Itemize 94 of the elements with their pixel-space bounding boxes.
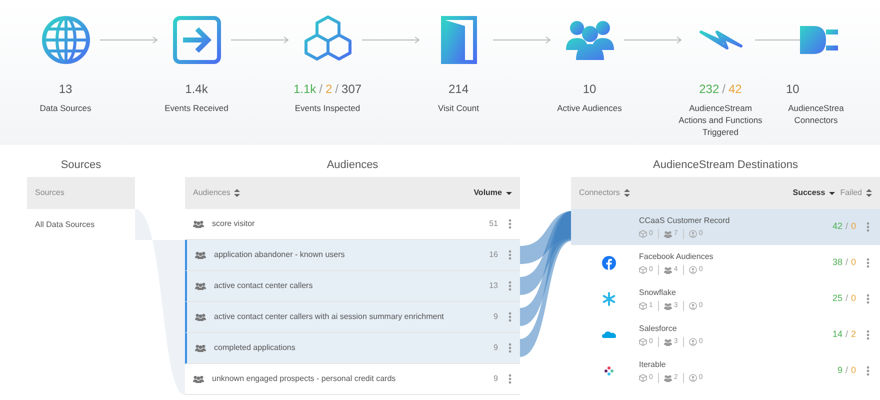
- more-icon[interactable]: [866, 222, 870, 232]
- more-icon[interactable]: [508, 343, 512, 353]
- audience-icon: [193, 220, 204, 228]
- audience-icon: [193, 374, 204, 384]
- result-value: 42 / 0: [832, 220, 856, 234]
- audience-icon: [195, 250, 206, 260]
- metric-label: Data Sources: [38, 102, 92, 114]
- panel-title: AudienceStream Destinations: [652, 158, 799, 173]
- more-icon[interactable]: [508, 281, 512, 291]
- more-icon[interactable]: [508, 312, 512, 322]
- more-icon[interactable]: [866, 258, 870, 268]
- audience-name: unknown engaged prospects - personal credit cards: [212, 373, 396, 385]
- connector-name: Snowflake: [639, 286, 677, 299]
- audience-name: active contact center callers with ai session summary enrichment: [214, 311, 444, 323]
- metric-value: 10: [786, 81, 800, 98]
- result-value: 14 / 2: [832, 328, 856, 342]
- metric-value: 1.4k: [185, 81, 208, 98]
- more-icon[interactable]: [508, 250, 512, 260]
- more-icon[interactable]: [866, 366, 870, 376]
- metric-value: 13: [58, 81, 72, 98]
- column-header[interactable]: Volume: [474, 187, 502, 199]
- column-header: Sources: [35, 187, 64, 199]
- volume-value: 16: [489, 249, 498, 261]
- sort-icon[interactable]: [234, 189, 240, 197]
- metric-label: Events Received: [164, 102, 230, 114]
- audience-icon: [195, 282, 206, 290]
- volume-value: 9: [494, 342, 498, 354]
- result-value: 38 / 0: [832, 256, 856, 270]
- sort-down-icon[interactable]: [506, 189, 512, 197]
- audience-icon: [664, 374, 672, 382]
- visitor-icon: [688, 266, 697, 274]
- panel-title: Sources: [60, 158, 102, 173]
- audience-icon: [664, 302, 672, 310]
- more-icon[interactable]: [866, 294, 870, 304]
- volume-value: 13: [489, 280, 498, 292]
- metric-label: Events Inspected: [294, 102, 362, 114]
- connector-name: Facebook Audiences: [639, 250, 714, 263]
- audience-row[interactable]: active contact center callers 13: [185, 271, 520, 302]
- cube-icon: [639, 338, 647, 346]
- audience-icon: [195, 344, 206, 352]
- visitor-icon: [688, 302, 697, 310]
- iterable-logo: [602, 364, 616, 378]
- result-value: 9 / 0: [837, 364, 856, 378]
- arrow-icon: [493, 36, 553, 44]
- sort-icon[interactable]: [866, 189, 872, 197]
- volume-value: 51: [489, 218, 498, 230]
- source-name: All Data Sources: [35, 218, 95, 230]
- arrow-icon: [100, 36, 160, 44]
- connector-name: Iterable: [639, 358, 667, 371]
- audience-row[interactable]: completed applications 9: [185, 333, 520, 364]
- more-icon[interactable]: [866, 330, 870, 340]
- audience-name: score visitor: [212, 218, 255, 230]
- metric-label: AudienceStrea Connectors: [787, 102, 845, 126]
- audience-name: completed applications: [214, 342, 296, 354]
- audience-icon: [664, 338, 672, 346]
- connector-name: Salesforce: [639, 322, 678, 335]
- cube-icon: [639, 266, 647, 274]
- visitor-icon: [688, 230, 697, 238]
- enter-icon: [170, 14, 222, 66]
- metric-value: 232 / 42: [699, 81, 742, 98]
- audience-row[interactable]: active contact center callers with ai session summary enrichment 9: [185, 302, 520, 333]
- connector-name: CCaaS Customer Record: [639, 214, 730, 227]
- cube-icon: [639, 302, 647, 310]
- visitor-icon: [688, 338, 697, 346]
- arrow-icon: [624, 36, 684, 44]
- audience-icon: [195, 312, 206, 322]
- audience-icon: [664, 266, 672, 274]
- metric-label: Visit Count: [437, 102, 480, 114]
- volume-value: 9: [494, 373, 498, 385]
- audience-name: application abandoner - known users: [214, 249, 345, 261]
- more-icon[interactable]: [508, 219, 512, 229]
- more-icon[interactable]: [508, 374, 512, 384]
- visitor-icon: [688, 374, 697, 382]
- panel-title: Audiences: [326, 158, 380, 173]
- metric-label: Active Audiences: [556, 102, 623, 114]
- arrow-icon: [362, 36, 422, 44]
- metric-value: 214: [448, 81, 469, 98]
- cube-icon: [639, 230, 647, 238]
- audience-row[interactable]: application abandoner - known users 16: [185, 240, 520, 271]
- metric-value: 10: [582, 81, 596, 98]
- snowflake-logo: [602, 292, 616, 306]
- sort-icon[interactable]: [624, 189, 630, 197]
- volume-value: 9: [494, 311, 498, 323]
- column-header[interactable]: Success: [792, 187, 826, 199]
- facebook-logo: [602, 256, 616, 270]
- cube-icon: [639, 374, 647, 382]
- audience-name: active contact center callers: [214, 280, 313, 292]
- metric-label: AudienceStream Actions and Functions Triggered: [678, 102, 762, 138]
- globe-icon: [40, 14, 92, 66]
- metric-value: 1.1k / 2 / 307: [293, 81, 362, 98]
- result-value: 25 / 0: [832, 292, 856, 306]
- sort-down-icon[interactable]: [829, 189, 836, 197]
- audience-icon: [664, 230, 672, 238]
- arrow-icon: [231, 36, 291, 44]
